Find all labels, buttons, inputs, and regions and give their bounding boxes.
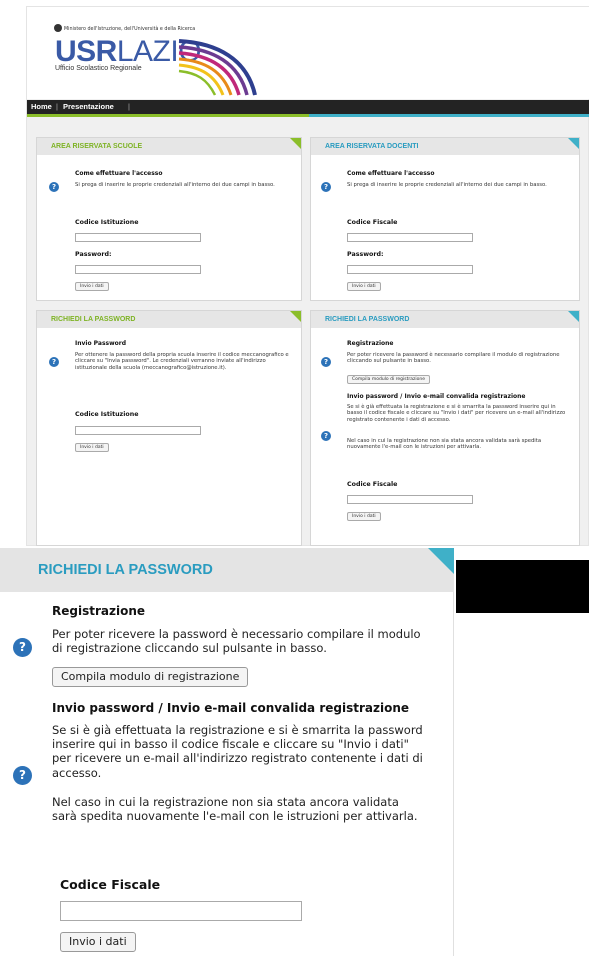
registrazione-heading: Registrazione xyxy=(347,340,394,347)
access-text: Si prega di inserire le proprie credenzi… xyxy=(75,182,275,188)
panel-header: AREA RISERVATA DOCENTI xyxy=(311,138,579,155)
help-icon: ? xyxy=(321,431,331,441)
corner-accent xyxy=(290,311,301,322)
logo-usr: USR xyxy=(55,35,117,68)
panel-title: AREA RISERVATA SCUOLE xyxy=(51,143,143,150)
submit-button[interactable]: Invio i dati xyxy=(60,932,136,952)
nav-stripe-blue xyxy=(309,114,589,117)
invio-password-heading: Invio password / Invio e-mail convalida … xyxy=(347,393,526,400)
invio-password-text: Se si è già effettuata la registrazione … xyxy=(52,723,423,780)
panel-header: RICHIEDI LA PASSWORD xyxy=(0,548,454,592)
panel-header: RICHIEDI LA PASSWORD xyxy=(37,311,301,328)
panel-title: AREA RISERVATA DOCENTI xyxy=(325,143,419,150)
nav-separator: | xyxy=(128,102,130,111)
emblem-icon xyxy=(54,24,62,32)
codice-istituzione-input[interactable] xyxy=(75,426,201,435)
ministry-name: Ministero dell'Istruzione, dell'Universi… xyxy=(64,27,196,32)
password-label: Password: xyxy=(75,251,112,258)
help-icon: ? xyxy=(49,182,59,192)
codice-istituzione-label: Codice Istituzione xyxy=(75,219,139,226)
panel-title: RICHIEDI LA PASSWORD xyxy=(325,316,410,323)
submit-button[interactable]: Invio i dati xyxy=(347,512,381,521)
submit-button[interactable]: Invio i dati xyxy=(75,282,109,291)
panel-header: RICHIEDI LA PASSWORD xyxy=(311,311,579,328)
invio-password-text: Se si è già effettuata la registrazione … xyxy=(347,404,566,423)
codice-fiscale-label: Codice Fiscale xyxy=(347,219,398,226)
invio-password-text: Per ottenere la password della propria s… xyxy=(75,352,289,371)
submit-button[interactable]: Invio i dati xyxy=(347,282,381,291)
redaction-box xyxy=(456,560,589,613)
panel-header: AREA RISERVATA SCUOLE xyxy=(37,138,301,155)
codice-fiscale-input[interactable] xyxy=(347,495,473,504)
password-input[interactable] xyxy=(347,265,473,274)
site-screenshot: Ministero dell'Istruzione, dell'Universi… xyxy=(26,6,589,546)
codice-fiscale-label: Codice Fiscale xyxy=(60,877,161,892)
codice-istituzione-label: Codice Istituzione xyxy=(75,411,139,418)
corner-accent xyxy=(290,138,301,149)
zoomed-richiedi-password-panel: RICHIEDI LA PASSWORD Registrazione ? Per… xyxy=(0,548,454,956)
corner-accent xyxy=(428,548,454,574)
help-icon: ? xyxy=(49,357,59,367)
panel-title: RICHIEDI LA PASSWORD xyxy=(38,562,213,578)
access-heading: Come effettuare l'accesso xyxy=(75,170,163,177)
password-input[interactable] xyxy=(75,265,201,274)
codice-fiscale-input[interactable] xyxy=(347,233,473,242)
codice-fiscale-label: Codice Fiscale xyxy=(347,481,398,488)
help-icon: ? xyxy=(321,357,331,367)
registrazione-heading: Registrazione xyxy=(52,604,145,618)
panel-title: RICHIEDI LA PASSWORD xyxy=(51,316,136,323)
submit-button[interactable]: Invio i dati xyxy=(75,443,109,452)
codice-istituzione-input[interactable] xyxy=(75,233,201,242)
registrazione-text: Per poter ricevere la password è necessa… xyxy=(52,627,421,656)
validazione-text: Nel caso in cui la registrazione non sia… xyxy=(52,795,418,824)
logo-subtitle: Ufficio Scolastico Regionale xyxy=(55,65,142,72)
nav-stripe-green xyxy=(27,114,309,117)
panel-area-scuole: AREA RISERVATA SCUOLE Come effettuare l'… xyxy=(36,137,302,301)
panel-richiedi-password-scuole: RICHIEDI LA PASSWORD Invio Password ? Pe… xyxy=(36,310,302,546)
codice-fiscale-input[interactable] xyxy=(60,901,302,921)
panel-area-docenti: AREA RISERVATA DOCENTI Come effettuare l… xyxy=(310,137,580,301)
nav-home[interactable]: Home xyxy=(31,102,52,111)
help-icon: ? xyxy=(13,766,32,785)
compila-modulo-button[interactable]: Compila modulo di registrazione xyxy=(52,667,249,687)
compila-modulo-button[interactable]: Compila modulo di registrazione xyxy=(347,375,430,384)
nav-separator: | xyxy=(56,102,58,111)
help-icon: ? xyxy=(13,638,32,657)
invio-password-heading: Invio password / Invio e-mail convalida … xyxy=(52,701,409,715)
registrazione-text: Per poter ricevere la password è necessa… xyxy=(347,352,560,365)
validazione-text: Nel caso in cui la registrazione non sia… xyxy=(347,438,542,451)
main-navbar: Home | Presentazione | xyxy=(27,100,589,114)
invio-password-heading: Invio Password xyxy=(75,340,127,347)
access-text: Si prega di inserire le proprie credenzi… xyxy=(347,182,547,188)
corner-accent xyxy=(568,311,579,322)
nav-presentazione[interactable]: Presentazione xyxy=(63,102,114,111)
panel-richiedi-password-docenti: RICHIEDI LA PASSWORD Registrazione ? Per… xyxy=(310,310,580,546)
logo-swoosh-icon xyxy=(178,39,257,96)
corner-accent xyxy=(568,138,579,149)
site-header: Ministero dell'Istruzione, dell'Universi… xyxy=(27,7,589,99)
access-heading: Come effettuare l'accesso xyxy=(347,170,435,177)
password-label: Password: xyxy=(347,251,384,258)
help-icon: ? xyxy=(321,182,331,192)
